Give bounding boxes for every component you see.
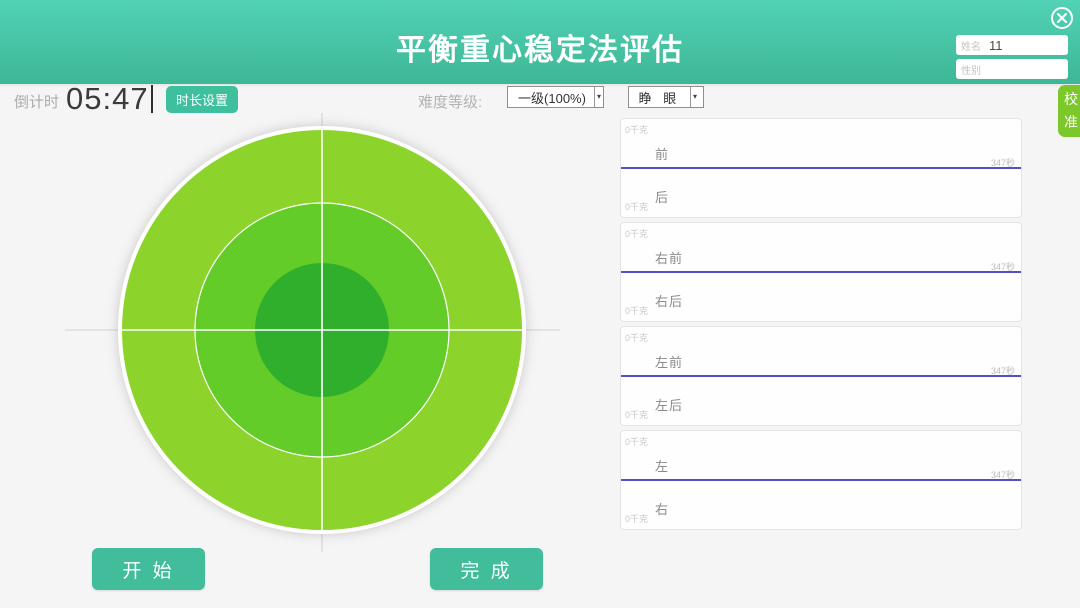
weight-unit-label: 0千克 (625, 331, 648, 344)
direction-label-right: 右 (655, 499, 669, 518)
direction-panels: 0千克 前 347秒 后 0千克 0千克 右前 347秒 右后 0千克 0千克 … (620, 118, 1022, 534)
baseline (621, 375, 1021, 377)
weight-unit-label: 0千克 (625, 200, 648, 213)
balance-assessment-app: 平衡重心稳定法评估 姓名 11 性别 倒计时 05:47 时长设置 难度等级: … (0, 0, 1080, 608)
direction-label-right-back: 右后 (655, 291, 683, 310)
patient-name-value: 11 (989, 38, 1003, 53)
direction-label-left-front: 左前 (655, 352, 683, 371)
direction-label-left: 左 (655, 456, 669, 475)
chevron-down-icon: ▾ (690, 87, 703, 107)
countdown-label: 倒计时 (14, 91, 59, 112)
panel-rightfront-rightback: 0千克 右前 347秒 右后 0千克 (620, 222, 1022, 322)
header: 平衡重心稳定法评估 姓名 11 性别 (0, 0, 1080, 84)
weight-unit-label: 0千克 (625, 304, 648, 317)
page-title: 平衡重心稳定法评估 (0, 25, 1080, 69)
close-icon[interactable] (1049, 5, 1075, 31)
calibrate-button[interactable]: 校准 (1058, 85, 1080, 137)
panel-front-back: 0千克 前 347秒 后 0千克 (620, 118, 1022, 218)
panel-leftfront-leftback: 0千克 左前 347秒 左后 0千克 (620, 326, 1022, 426)
baseline (621, 271, 1021, 273)
chevron-down-icon: ▾ (594, 87, 603, 107)
patient-gender-placeholder: 性别 (961, 62, 981, 77)
balance-target-chart (55, 103, 565, 558)
direction-label-right-front: 右前 (655, 248, 683, 267)
baseline (621, 479, 1021, 481)
weight-unit-label: 0千克 (625, 123, 648, 136)
direction-label-front: 前 (655, 144, 669, 163)
weight-unit-label: 0千克 (625, 227, 648, 240)
weight-unit-label: 0千克 (625, 435, 648, 448)
weight-unit-label: 0千克 (625, 512, 648, 525)
start-button[interactable]: 开 始 (92, 548, 205, 590)
eye-mode-select[interactable]: 睁 眼 ▾ (628, 86, 704, 108)
baseline (621, 167, 1021, 169)
finish-button[interactable]: 完 成 (430, 548, 543, 590)
weight-unit-label: 0千克 (625, 408, 648, 421)
patient-gender-input[interactable]: 性别 (956, 59, 1068, 79)
direction-label-back: 后 (655, 187, 669, 206)
eye-mode-selected-value: 睁 眼 (629, 88, 690, 107)
direction-label-left-back: 左后 (655, 395, 683, 414)
patient-name-input[interactable]: 姓名 11 (956, 35, 1068, 55)
panel-left-right: 0千克 左 347秒 右 0千克 (620, 430, 1022, 530)
patient-name-label: 姓名 (961, 38, 981, 53)
